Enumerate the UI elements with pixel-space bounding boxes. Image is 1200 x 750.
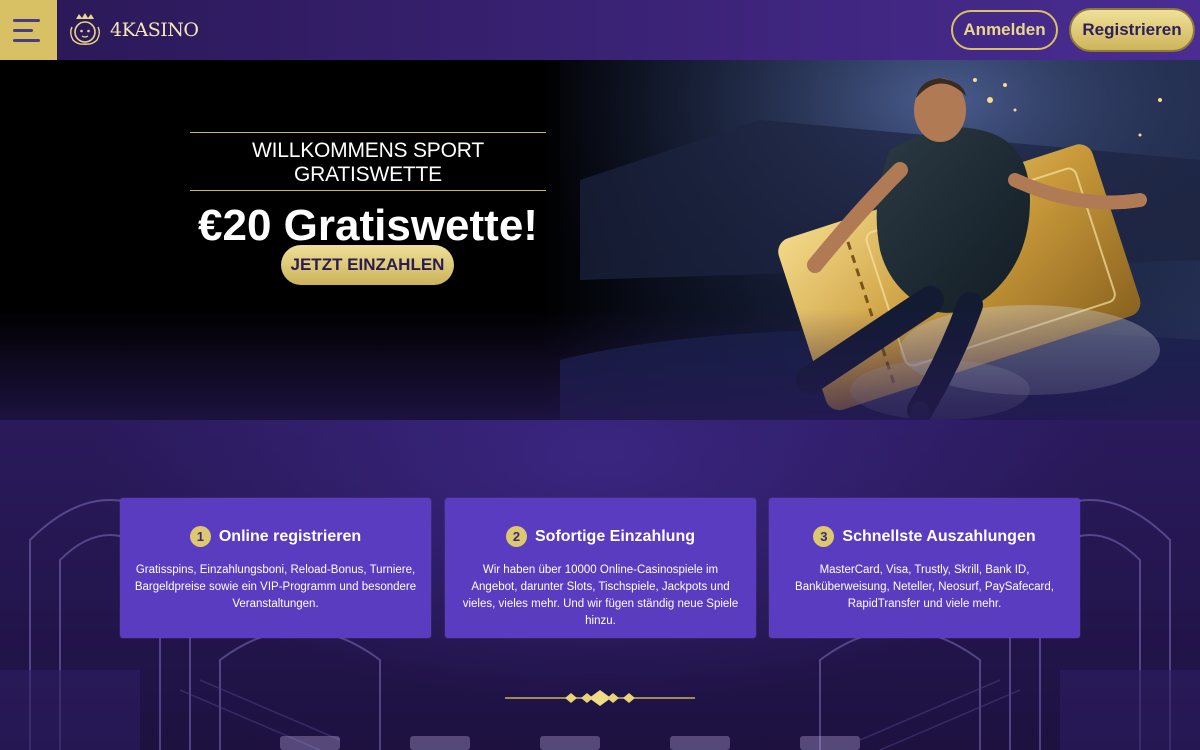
top-header: 4KASINO Anmelden Registrieren	[0, 0, 1200, 60]
provider-logos-strip	[280, 736, 920, 750]
step-card-title: Online registrieren	[218, 527, 362, 545]
deposit-now-button[interactable]: JETZT EINZAHLEN	[281, 245, 454, 285]
step-number-badge: 2	[506, 526, 527, 547]
gold-divider-ornament-icon	[505, 690, 695, 706]
step-card-payouts: 3 Schnellste Auszahlungen MasterCard, Vi…	[769, 498, 1080, 638]
step-number-badge: 3	[813, 526, 835, 547]
step-card-register: 1 Online registrieren Gratisspins, Einza…	[120, 498, 431, 638]
step-card-title: Schnellste Auszahlungen	[842, 527, 1036, 545]
provider-logo[interactable]	[670, 736, 730, 750]
provider-logo[interactable]	[280, 736, 340, 750]
hamburger-menu-icon[interactable]	[0, 0, 57, 60]
hero-text-block: WILLKOMMENS SPORT GRATISWETTE €20 Gratis…	[190, 132, 546, 251]
step-card-header: 1 Online registrieren	[134, 526, 417, 547]
hero-banner: WILLKOMMENS SPORT GRATISWETTE €20 Gratis…	[0, 60, 1200, 490]
provider-logo[interactable]	[410, 736, 470, 750]
brand-logo[interactable]: 4KASINO	[66, 12, 199, 48]
provider-logo[interactable]	[540, 736, 600, 750]
step-card-header: 3 Schnellste Auszahlungen	[783, 526, 1066, 547]
provider-logo[interactable]	[800, 736, 860, 750]
hero-title: €20 Gratiswette!	[198, 201, 538, 250]
step-card-text: MasterCard, Visa, Trustly, Skrill, Bank …	[795, 564, 1054, 610]
login-button[interactable]: Anmelden	[951, 10, 1058, 50]
page: 4KASINO Anmelden Registrieren WILLKOMMEN…	[0, 0, 1200, 750]
hero-subtitle: WILLKOMMENS SPORT GRATISWETTE	[190, 132, 546, 191]
step-card-title: Sofortige Einzahlung	[535, 527, 695, 545]
brand-name: 4KASINO	[110, 19, 199, 41]
crowned-lion-logo-icon	[70, 13, 100, 45]
step-number-badge: 1	[189, 526, 211, 547]
step-card-header: 2 Sofortige Einzahlung	[459, 526, 742, 547]
register-button[interactable]: Registrieren	[1069, 8, 1195, 52]
step-card-deposit: 2 Sofortige Einzahlung Wir haben über 10…	[445, 498, 756, 638]
step-card-text: Gratisspins, Einzahlungsboni, Reload-Bon…	[134, 564, 417, 610]
step-card-text: Wir haben über 10000 Online-Casinospiele…	[462, 564, 739, 627]
